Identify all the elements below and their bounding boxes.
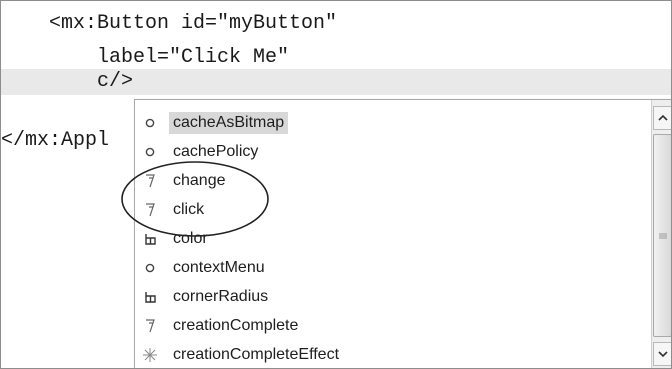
chevron-up-icon: [657, 114, 668, 121]
scroll-down-button[interactable]: [653, 342, 671, 366]
autocomplete-item-cacheAsBitmap[interactable]: cacheAsBitmap: [139, 108, 289, 137]
scroll-thumb[interactable]: [653, 134, 671, 337]
property-icon: [139, 112, 161, 134]
autocomplete-item-click[interactable]: click: [139, 195, 208, 224]
scroll-up-button[interactable]: [653, 106, 671, 130]
event-icon: [139, 315, 161, 337]
vertical-scrollbar[interactable]: [651, 100, 671, 368]
property-icon: [139, 141, 161, 163]
style-icon: [139, 286, 161, 308]
autocomplete-item-cachePolicy[interactable]: cachePolicy: [139, 137, 262, 166]
code-line-1[interactable]: <mx:Button id="myButton": [1, 11, 671, 37]
code-line-2[interactable]: label="Click Me": [1, 45, 671, 71]
autocomplete-item-label: change: [173, 171, 226, 189]
autocomplete-item-contextMenu[interactable]: contextMenu: [139, 253, 269, 282]
property-icon: [139, 257, 161, 279]
code-editor[interactable]: <mx:Button id="myButton" label="Click Me…: [0, 0, 672, 369]
effect-icon: [139, 344, 161, 366]
autocomplete-item-label: contextMenu: [173, 258, 265, 276]
chevron-down-icon: [657, 351, 668, 358]
autocomplete-popup[interactable]: cacheAsBitmap cachePolicy change click c…: [134, 99, 671, 368]
autocomplete-item-creationComplete[interactable]: creationComplete: [139, 311, 302, 340]
event-icon: [139, 199, 161, 221]
code-line-3-current[interactable]: c/>: [1, 69, 671, 95]
autocomplete-item-color[interactable]: color: [139, 224, 212, 253]
autocomplete-item-label: color: [173, 229, 208, 247]
grip-icon: [658, 233, 667, 238]
autocomplete-item-label: creationComplete: [173, 316, 299, 334]
autocomplete-item-label: cornerRadius: [173, 287, 269, 305]
style-icon: [139, 228, 161, 250]
autocomplete-item-label: click: [173, 200, 205, 218]
autocomplete-item-label: cachePolicy: [173, 142, 259, 160]
autocomplete-item-label: creationCompleteEffect: [173, 345, 340, 363]
autocomplete-item-label: cacheAsBitmap: [169, 111, 289, 134]
autocomplete-item-creationCompleteEffect[interactable]: creationCompleteEffect: [139, 340, 343, 368]
event-icon: [139, 170, 161, 192]
autocomplete-item-cornerRadius[interactable]: cornerRadius: [139, 282, 272, 311]
autocomplete-item-change[interactable]: change: [139, 166, 230, 195]
